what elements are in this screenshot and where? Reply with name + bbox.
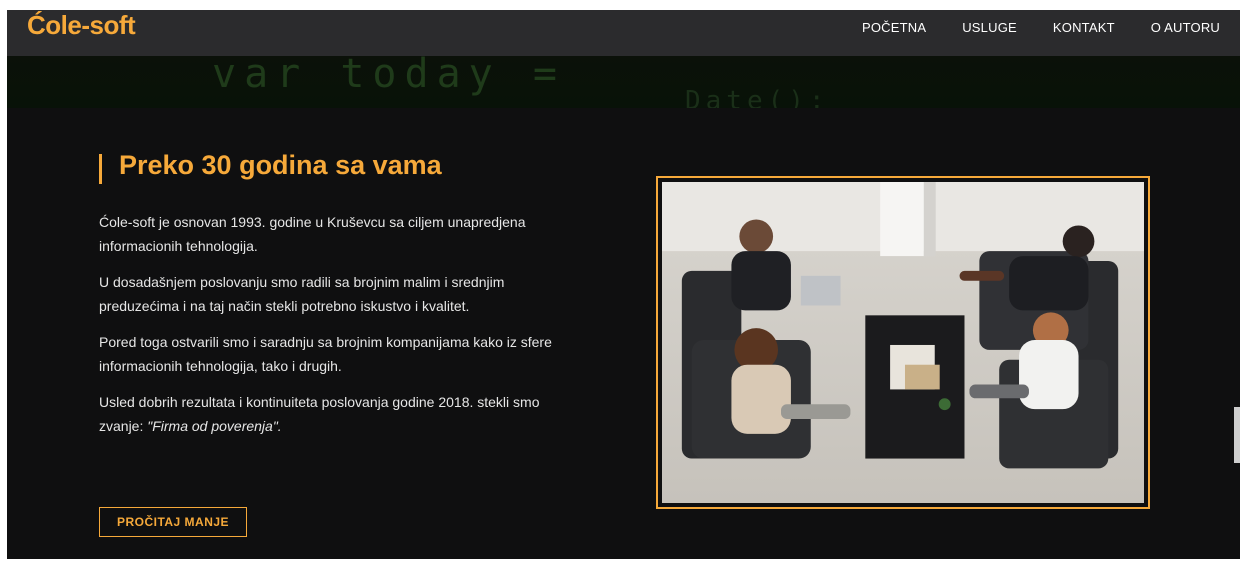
page-frame: Ćole-soft POČETNA USLUGE KONTAKT O AUTOR… [7,10,1240,559]
office-meeting-photo [662,182,1144,503]
about-text: Ćole-soft je osnovan 1993. godine u Kruš… [99,210,569,450]
office-photo-frame [656,176,1150,509]
paragraph-2: U dosadašnjem poslovanju smo radili sa b… [99,274,505,314]
code-banner: var today = Date(); [7,56,1240,108]
code-text-bottom: Date(); [685,86,830,108]
paragraph-1: Ćole-soft je osnovan 1993. godine u Kruš… [99,214,526,254]
brand-logo[interactable]: Ćole-soft [27,10,136,40]
nav-pocetna[interactable]: POČETNA [862,20,926,35]
trust-title: "Firma od poverenja". [147,418,282,434]
code-text-top: var today = [212,56,565,97]
paragraph-4: Usled dobrih rezultata i kontinuiteta po… [99,390,569,438]
nav-kontakt[interactable]: KONTAKT [1053,20,1115,35]
scrollbar-thumb[interactable] [1234,407,1240,463]
read-less-button[interactable]: PROČITAJ MANJE [99,507,247,537]
navbar: Ćole-soft POČETNA USLUGE KONTAKT O AUTOR… [7,10,1240,56]
paragraph-3: Pored toga ostvarili smo i saradnju sa b… [99,334,552,374]
title-accent-bar [99,154,102,184]
section-title: Preko 30 godina sa vama [119,150,442,180]
nav-o-autoru[interactable]: O AUTORU [1151,20,1220,35]
nav-usluge[interactable]: USLUGE [962,20,1017,35]
main-nav: POČETNA USLUGE KONTAKT O AUTORU [862,20,1220,35]
